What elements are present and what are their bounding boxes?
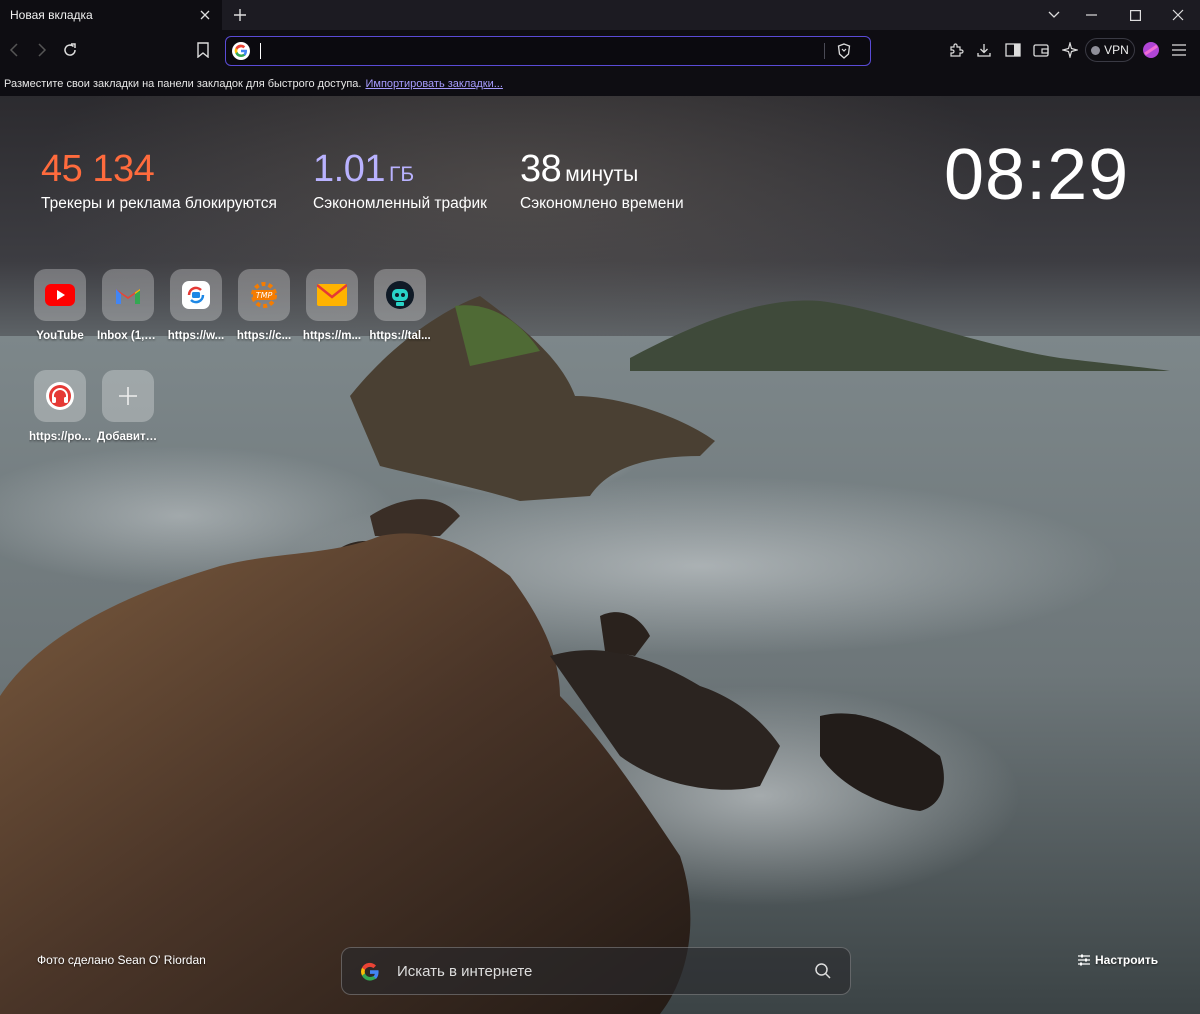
top-site-label: https://m... (302, 330, 362, 342)
top-site-7[interactable]: https://po... (29, 370, 91, 443)
bandwidth-unit: ГБ (388, 163, 415, 186)
search-placeholder: Искать в интернете (397, 963, 533, 980)
trackers-label: Трекеры и реклама блокируются (41, 195, 277, 212)
tab-strip: Новая вкладка (0, 0, 1200, 30)
profile-avatar-icon[interactable] (1139, 38, 1163, 62)
top-site-label: https://w... (167, 330, 225, 342)
top-site-label: Добавить... (97, 431, 159, 443)
address-input[interactable] (258, 41, 818, 61)
headphones-icon (34, 370, 86, 422)
reload-icon[interactable] (58, 38, 82, 62)
time-label: Сэкономлено времени (520, 195, 684, 212)
text-caret (260, 43, 261, 59)
bandwidth-label: Сэкономленный трафик (313, 195, 487, 212)
brave-shields-icon[interactable] (834, 41, 854, 61)
close-window-button[interactable] (1156, 0, 1200, 30)
top-site-label: https://po... (29, 431, 91, 443)
bandwidth-saved-stat: 1.01 ГБ Сэкономленный трафик (313, 148, 487, 213)
time-saved-stat: 38 минуты Сэкономлено времени (520, 148, 684, 213)
forward-arrow-icon[interactable] (30, 38, 54, 62)
leo-ai-sparkle-icon[interactable] (1058, 38, 1082, 62)
tab-title: Новая вкладка (10, 8, 93, 22)
customize-label: Настроить (1095, 953, 1159, 967)
tab-new-tab[interactable]: Новая вкладка (0, 0, 222, 30)
import-bookmarks-link[interactable]: Импортировать закладки... (365, 78, 502, 90)
gmail-icon (102, 269, 154, 321)
mail-envelope-icon (306, 269, 358, 321)
top-site-6[interactable]: https://tal... (369, 269, 431, 342)
customize-button[interactable]: Настроить (1078, 953, 1158, 967)
top-site-label: YouTube (36, 330, 84, 342)
top-site-5[interactable]: https://m... (301, 269, 363, 342)
add-top-site-button[interactable]: Добавить... (97, 370, 159, 443)
coastal-landscape (0, 296, 1200, 1014)
new-tab-button[interactable] (228, 3, 252, 27)
time-value: 38 (520, 148, 562, 190)
vpn-button[interactable]: VPN (1085, 38, 1135, 62)
background-photo (0, 96, 1200, 1014)
divider (824, 43, 825, 59)
wallet-icon[interactable] (1029, 38, 1053, 62)
top-site-gmail[interactable]: Inbox (1,7... (97, 269, 159, 342)
extensions-puzzle-icon[interactable] (944, 38, 968, 62)
top-site-youtube[interactable]: YouTube (29, 269, 91, 342)
google-icon (360, 962, 380, 982)
youtube-icon (34, 269, 86, 321)
top-site-3[interactable]: https://w... (165, 269, 227, 342)
navigation-toolbar: VPN (0, 30, 1200, 72)
top-site-4[interactable]: TMP https://c... (233, 269, 295, 342)
bookmarks-bar: Разместите свои закладки на панели закла… (0, 72, 1200, 96)
minimize-button[interactable] (1069, 0, 1113, 30)
vpn-label: VPN (1104, 43, 1129, 57)
search-box[interactable]: Искать в интернете (341, 947, 851, 995)
trackers-count: 45 134 (41, 148, 155, 190)
back-arrow-icon[interactable] (2, 38, 26, 62)
clock: 08:29 (944, 135, 1130, 215)
top-site-label: https://tal... (369, 330, 431, 342)
trackers-blocked-stat: 45 134 Трекеры и реклама блокируются (41, 148, 277, 213)
sliders-icon (1078, 954, 1090, 966)
menu-hamburger-icon[interactable] (1167, 38, 1191, 62)
download-icon[interactable] (972, 38, 996, 62)
bookmarks-prompt: Разместите свои закладки на панели закла… (4, 78, 362, 90)
top-site-label: Inbox (1,7... (97, 330, 159, 342)
bookmark-icon[interactable] (191, 38, 215, 62)
vpn-status-icon (1091, 45, 1101, 55)
tmp-logo-icon: TMP (238, 269, 290, 321)
search-icon[interactable] (814, 962, 834, 982)
sidebar-icon[interactable] (1001, 38, 1025, 62)
plus-icon (102, 370, 154, 422)
maximize-button[interactable] (1113, 0, 1157, 30)
bandwidth-value: 1.01 (313, 148, 385, 190)
address-bar[interactable] (225, 36, 871, 66)
robot-icon (374, 269, 426, 321)
close-tab-icon[interactable] (196, 6, 214, 24)
time-unit: минуты (565, 163, 639, 186)
top-site-label: https://c... (236, 330, 292, 342)
google-icon (232, 42, 250, 60)
sync-chat-icon (170, 269, 222, 321)
photo-credit[interactable]: Фото сделано Sean O' Riordan (37, 953, 206, 967)
svg-text:TMP: TMP (256, 291, 273, 300)
